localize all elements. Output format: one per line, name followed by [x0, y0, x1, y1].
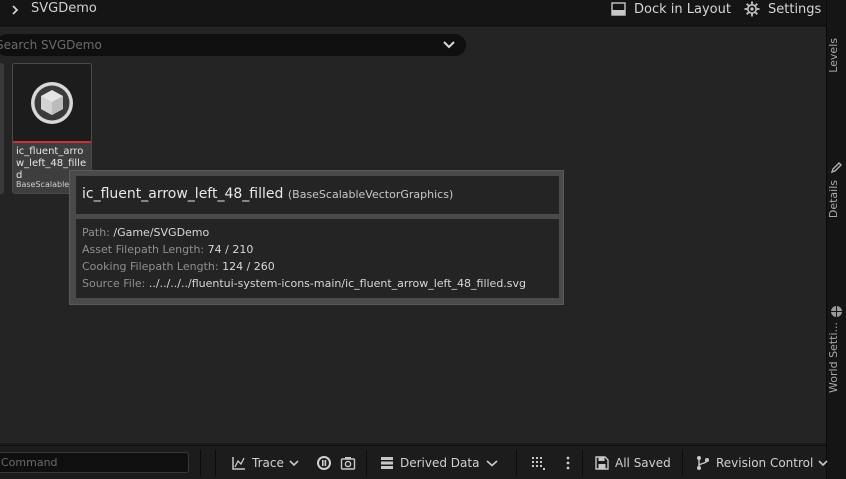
- chevron-down-icon: [486, 460, 498, 467]
- revision-control-button[interactable]: Revision Control: [695, 452, 828, 474]
- tooltip-row-cooking-filepath-length: Cooking Filepath Length: 124 / 260: [82, 260, 275, 273]
- tab-details[interactable]: Details: [827, 180, 846, 218]
- tab-world-settings[interactable]: World Setti...: [827, 322, 846, 393]
- chevron-down-icon: [818, 460, 828, 467]
- tab-levels[interactable]: Levels: [827, 38, 846, 73]
- more-options-button[interactable]: [560, 452, 576, 474]
- kebab-menu-icon: [566, 456, 570, 470]
- gear-icon: [744, 1, 760, 17]
- status-divider: [366, 450, 367, 476]
- cube-icon: [31, 82, 73, 124]
- tooltip-header: ic_fluent_arrow_left_48_filled (BaseScal…: [76, 176, 559, 214]
- content-browser-tab-bar: SVGDemo Dock in Layout Settings: [0, 0, 826, 26]
- chevron-down-icon[interactable]: [442, 39, 456, 51]
- asset-thumbnail: [13, 64, 91, 141]
- search-input[interactable]: [0, 34, 436, 56]
- tooltip-value: 124 / 260: [222, 260, 275, 273]
- trace-label: Trace: [252, 456, 284, 470]
- chevron-right-icon[interactable]: [8, 3, 22, 17]
- tooltip-row-source-file: Source File: ../../../../fluentui-system…: [82, 277, 526, 290]
- tooltip-value: 74 / 210: [207, 243, 254, 256]
- dock-icon: [611, 2, 626, 16]
- content-browser-path-title[interactable]: SVGDemo: [31, 1, 97, 16]
- asset-tooltip: ic_fluent_arrow_left_48_filled (BaseScal…: [69, 170, 564, 305]
- derived-data-dropdown[interactable]: [486, 452, 498, 474]
- command-input[interactable]: [0, 452, 189, 473]
- grid-dots-icon: [532, 457, 545, 470]
- trace-record-button[interactable]: [316, 452, 332, 474]
- dock-in-layout-button[interactable]: Dock in Layout: [611, 0, 731, 18]
- asset-type-color-bar: [13, 141, 91, 143]
- tooltip-key: Path:: [82, 226, 110, 239]
- all-saved-label: All Saved: [615, 456, 671, 470]
- database-icon: [381, 457, 393, 469]
- tooltip-row-asset-filepath-length: Asset Filepath Length: 74 / 210: [82, 243, 253, 256]
- dock-in-layout-label: Dock in Layout: [634, 1, 731, 17]
- status-divider: [215, 450, 216, 476]
- chevron-down-icon: [289, 460, 299, 467]
- settings-label: Settings: [768, 1, 822, 17]
- tooltip-key: Cooking Filepath Length:: [82, 260, 219, 273]
- derived-data-button[interactable]: Derived Data: [379, 452, 479, 474]
- branch-icon: [697, 456, 709, 470]
- status-divider: [582, 450, 583, 476]
- search-bar: [0, 34, 466, 56]
- revision-control-label: Revision Control: [716, 456, 814, 470]
- status-divider: [200, 450, 201, 476]
- trace-button[interactable]: Trace: [231, 452, 299, 474]
- status-divider: [516, 450, 517, 476]
- status-bar: Trace Derived Data: [0, 445, 828, 479]
- tooltip-asset-name: ic_fluent_arrow_left_48_filled: [82, 186, 284, 202]
- tooltip-asset-class: (BaseScalableVectorGraphics): [287, 188, 454, 201]
- settings-button[interactable]: Settings: [744, 0, 821, 18]
- tooltip-key: Source File:: [82, 277, 146, 290]
- tooltip-value: ../../../../fluentui-system-icons-main/i…: [148, 277, 527, 290]
- status-divider: [682, 450, 683, 476]
- tooltip-key: Asset Filepath Length:: [82, 243, 205, 256]
- globe-icon: [831, 306, 842, 317]
- pencil-icon: [830, 162, 842, 174]
- screenshot-button[interactable]: [340, 452, 356, 474]
- asset-view: ic_fluent_arrow_left_48_filled BaseScala…: [0, 27, 826, 443]
- side-tab-panel: Levels Details World Setti...: [826, 0, 846, 479]
- camera-icon: [340, 457, 356, 470]
- tooltip-title: ic_fluent_arrow_left_48_filled (BaseScal…: [82, 186, 453, 202]
- record-icon: [317, 456, 331, 470]
- save-all-button[interactable]: All Saved: [594, 452, 671, 474]
- derived-data-label: Derived Data: [400, 456, 480, 470]
- trace-icon: [232, 457, 245, 470]
- previous-asset-tile[interactable]: [0, 63, 4, 194]
- tooltip-value: /Game/SVGDemo: [113, 226, 210, 239]
- tooltip-details: Path: /Game/SVGDemo Asset Filepath Lengt…: [76, 219, 559, 298]
- tooltip-row-path: Path: /Game/SVGDemo: [82, 226, 209, 239]
- save-icon: [595, 456, 609, 470]
- content-validation-button[interactable]: [530, 452, 546, 474]
